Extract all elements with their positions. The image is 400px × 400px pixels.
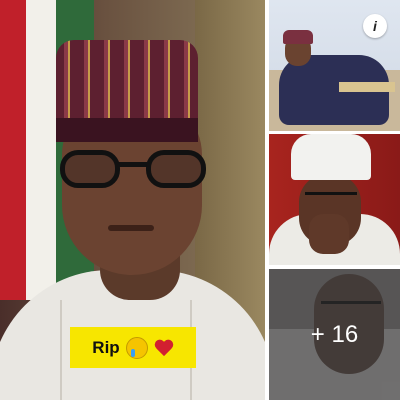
info-icon: i [373, 18, 377, 34]
photo-grid: Rip i + 16 [0, 0, 400, 400]
rip-text: Rip [92, 337, 120, 357]
info-button[interactable]: i [363, 14, 387, 38]
broken-heart-icon [154, 338, 174, 358]
main-photo[interactable]: Rip [0, 0, 265, 400]
photo-white-cap[interactable] [269, 134, 400, 265]
photo-hospital[interactable]: + 16 [269, 269, 400, 400]
crying-face-icon [125, 336, 148, 359]
more-count: + 16 [310, 320, 359, 348]
white-cap [291, 134, 371, 180]
rip-caption-badge: Rip [70, 327, 196, 368]
more-photos-overlay[interactable]: + 16 [269, 269, 400, 400]
glasses [60, 150, 210, 192]
